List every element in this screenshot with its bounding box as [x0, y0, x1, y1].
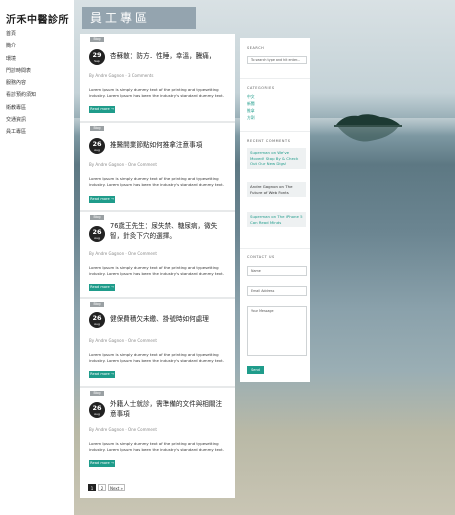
read-more-button[interactable]: Read more →	[89, 371, 115, 378]
recent-comment-item[interactable]: Superman on We've Moved! Stop By & Check…	[247, 148, 306, 169]
post-title[interactable]: 推醫開業節點如何推拿注意事項	[110, 141, 228, 151]
recent-comment-text[interactable]: Superman on We've Moved! Stop By & Check…	[250, 150, 298, 166]
post-excerpt: Lorem Ipsum is simply dummy text of the …	[89, 352, 224, 364]
post-excerpt: Lorem Ipsum is simply dummy text of the …	[89, 176, 224, 188]
widget-sidebar: SEARCH To search type and hit enter... C…	[240, 38, 310, 382]
post-day: 26	[92, 227, 102, 236]
nav-item-staff[interactable]: 員工專區	[6, 130, 36, 142]
post-day: 29	[92, 50, 102, 59]
post-meta: By Andre Gagnon · One Comment	[89, 427, 157, 432]
post-excerpt: Lorem Ipsum is simply dummy text of the …	[89, 441, 224, 453]
post-title[interactable]: 76歲王先生：尿失禁、糖尿病，微失智，針灸下穴的選擇。	[110, 222, 228, 241]
post-meta: By Andre Gagnon · One Comment	[89, 338, 157, 343]
read-more-button[interactable]: Read more →	[89, 196, 115, 203]
read-more-button[interactable]: Read more →	[89, 284, 115, 291]
post-date-badge: 26 Aug	[89, 402, 105, 418]
post-category-tag[interactable]: Blog	[90, 302, 104, 307]
site-sidebar: 沂禾中醫診所 首頁 簡介 環境 門診時間表 服務內容 看診預約須知 衛教專區 交…	[0, 0, 74, 515]
recent-comments-widget-title: RECENT COMMENTS	[247, 139, 291, 143]
post-title[interactable]: 健保費積欠未繳、掛號時如何處理	[110, 315, 228, 325]
category-link[interactable]: 推拿	[247, 108, 255, 114]
post-date-badge: 26 Aug	[89, 312, 105, 328]
recent-comment-item[interactable]: Superman on The iPhone 5 Can Read Minds	[247, 212, 306, 228]
category-link[interactable]: 方劑	[247, 115, 255, 121]
post-date-badge: 26 Aug	[89, 226, 105, 242]
post-item: Blog 26 Aug 健保費積欠未繳、掛號時如何處理 By Andre Gag…	[80, 299, 235, 388]
divider	[240, 248, 310, 249]
site-logo[interactable]: 沂禾中醫診所	[6, 11, 69, 26]
recent-comment-item[interactable]: Andre Gagnon on The Future of Web Fonts	[247, 182, 306, 198]
read-more-button[interactable]: Read more →	[89, 106, 115, 113]
post-comments[interactable]: One Comment	[128, 251, 157, 256]
post-item: Blog 26 Aug 外籍人士就診，需準備的文件與相關注意事項 By Andr…	[80, 388, 235, 478]
post-category-tag[interactable]: Blog	[90, 391, 104, 396]
page-1-button[interactable]: 1	[88, 484, 96, 491]
category-link[interactable]: 中文	[247, 94, 255, 100]
page-2-button[interactable]: 2	[98, 484, 106, 491]
post-author[interactable]: Andre Gagnon	[95, 162, 124, 167]
recent-comment-text[interactable]: Andre Gagnon on The Future of Web Fonts	[250, 184, 292, 195]
divider	[240, 131, 310, 132]
island-image	[334, 114, 402, 142]
post-item: Blog 26 Aug 76歲王先生：尿失禁、糖尿病，微失智，針灸下穴的選擇。 …	[80, 212, 235, 299]
post-month: Aug	[94, 147, 100, 152]
category-link[interactable]: 新聞	[247, 101, 255, 107]
nav-item-about[interactable]: 簡介	[6, 44, 36, 56]
post-day: 26	[92, 403, 102, 412]
main-nav: 首頁 簡介 環境 門診時間表 服務內容 看診預約須知 衛教專區 交通資訊 員工專…	[6, 31, 36, 143]
post-author[interactable]: Andre Gagnon	[95, 251, 124, 256]
post-date-badge: 29 Sep	[89, 49, 105, 65]
post-date-badge: 26 Aug	[89, 138, 105, 154]
post-meta: By Andre Gagnon · 3 Comments	[89, 73, 154, 78]
next-page-button[interactable]: Next »	[108, 484, 125, 491]
post-author[interactable]: Andre Gagnon	[95, 73, 124, 78]
post-category-tag[interactable]: Blog	[90, 215, 104, 220]
post-day: 26	[92, 313, 102, 322]
page-title: 員工專區	[82, 7, 196, 29]
post-author[interactable]: Andre Gagnon	[95, 338, 124, 343]
post-month: Aug	[94, 411, 100, 416]
post-category-tag[interactable]: Blog	[90, 126, 104, 131]
post-item: Blog 29 Sep 杏蘇散：防方．性睡，幸溫，騰痛， By Andre Ga…	[80, 34, 235, 123]
post-excerpt: Lorem Ipsum is simply dummy text of the …	[89, 265, 224, 277]
post-month: Aug	[94, 321, 100, 326]
search-widget-title: SEARCH	[247, 46, 265, 50]
categories-widget-title: CATEGORIES	[247, 86, 275, 90]
message-textarea[interactable]: Your Message	[247, 306, 307, 356]
read-more-button[interactable]: Read more →	[89, 460, 115, 467]
send-button[interactable]: Send	[247, 366, 264, 374]
search-input[interactable]: To search type and hit enter...	[247, 56, 307, 64]
post-comments[interactable]: 3 Comments	[128, 73, 154, 78]
post-comments[interactable]: One Comment	[128, 427, 157, 432]
post-comments[interactable]: One Comment	[128, 162, 157, 167]
post-list: Blog 29 Sep 杏蘇散：防方．性睡，幸溫，騰痛， By Andre Ga…	[80, 34, 235, 498]
post-title[interactable]: 外籍人士就診，需準備的文件與相關注意事項	[110, 400, 228, 419]
post-excerpt: Lorem Ipsum is simply dummy text of the …	[89, 87, 224, 99]
post-meta: By Andre Gagnon · One Comment	[89, 162, 157, 167]
divider	[240, 78, 310, 79]
post-author[interactable]: Andre Gagnon	[95, 427, 124, 432]
nav-item-appointment[interactable]: 看診預約須知	[6, 93, 36, 105]
contact-widget-title: CONTACT US	[247, 255, 275, 259]
post-meta: By Andre Gagnon · One Comment	[89, 251, 157, 256]
email-field[interactable]: Email Address	[247, 286, 307, 296]
name-field[interactable]: Name	[247, 266, 307, 276]
post-item: Blog 26 Aug 推醫開業節點如何推拿注意事項 By Andre Gagn…	[80, 123, 235, 212]
post-category-tag[interactable]: Blog	[90, 37, 104, 42]
post-month: Aug	[94, 235, 100, 240]
post-month: Sep	[94, 58, 100, 63]
post-day: 26	[92, 139, 102, 148]
post-title[interactable]: 杏蘇散：防方．性睡，幸溫，騰痛，	[110, 52, 228, 62]
post-comments[interactable]: One Comment	[128, 338, 157, 343]
recent-comment-text[interactable]: Superman on The iPhone 5 Can Read Minds	[250, 214, 303, 225]
